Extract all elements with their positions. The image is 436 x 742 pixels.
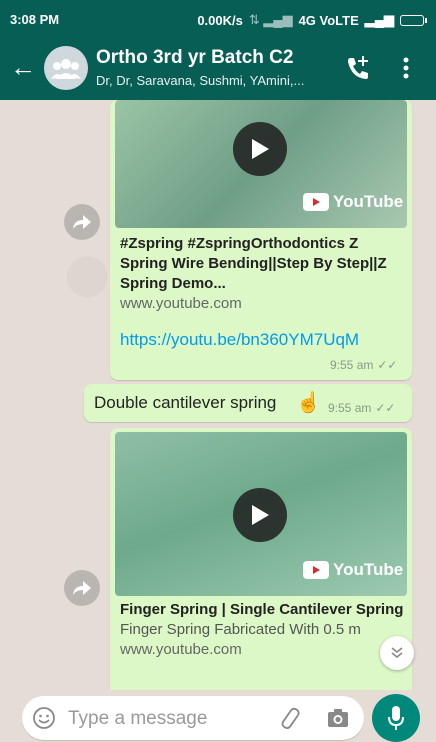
chat-area[interactable]: YouTube #Zspring #ZspringOrthodontics Z … [0, 100, 436, 690]
message-bubble-3[interactable]: YouTube Finger Spring | Single Cantileve… [110, 428, 412, 690]
play-icon [252, 505, 269, 525]
play-button[interactable] [233, 122, 287, 176]
network-speed: 0.00K/s [197, 12, 243, 28]
play-icon [252, 139, 269, 159]
status-time: 3:08 PM [10, 12, 60, 27]
paperclip-icon[interactable] [278, 706, 302, 730]
chat-header: ← Ortho 3rd yr Batch C2 Dr, Dr, Saravana… [0, 38, 436, 100]
message-placeholder[interactable]: Type a message [68, 708, 207, 730]
video-thumbnail[interactable]: YouTube [115, 432, 407, 596]
link-preview-info[interactable]: Finger Spring | Single Cantilever Spring… [120, 600, 404, 660]
double-check-icon: ✓✓ [377, 358, 398, 372]
forward-icon [73, 581, 91, 595]
time-label: 9:55 am [328, 401, 372, 415]
chevron-double-down-icon [391, 647, 403, 659]
chat-title[interactable]: Ortho 3rd yr Batch C2 [96, 47, 293, 69]
input-bar: Type a message [0, 690, 436, 742]
status-right: 0.00K/s ⇅ ▂▄▆ 4G VoLTE ▂▄▆ [197, 12, 427, 28]
play-button[interactable] [233, 488, 287, 542]
camera-icon[interactable] [326, 707, 350, 729]
group-avatar[interactable] [44, 46, 88, 90]
double-check-icon: ✓✓ [375, 401, 396, 415]
preview-domain: www.youtube.com [120, 641, 242, 658]
network-label: 4G VoLTE [298, 12, 359, 28]
youtube-logo-icon [303, 193, 329, 211]
preview-title: Finger Spring | Single Cantilever Spring [120, 601, 404, 618]
youtube-label: YouTube [333, 192, 404, 211]
youtube-label: YouTube [333, 560, 404, 579]
message-time: 9:55 am ✓✓ [328, 401, 395, 415]
more-vert-icon[interactable] [396, 54, 416, 82]
chat-participants[interactable]: Dr, Dr, Saravana, Sushmi, YAmini,... [96, 73, 326, 88]
signal-strength-icon: ▂▄▆ [364, 12, 394, 27]
forward-button[interactable] [64, 204, 100, 240]
pointing-emoji: ☝️ [296, 392, 321, 414]
youtube-logo: YouTube [303, 560, 403, 580]
message-text: Double cantilever spring [94, 393, 277, 412]
video-thumbnail[interactable]: YouTube [115, 100, 407, 228]
message-link[interactable]: https://youtu.be/bn360YM7UqM [120, 330, 359, 350]
scroll-down-button[interactable] [380, 636, 414, 670]
message-bubble-2[interactable]: Double cantilever spring ☝️ 9:55 am ✓✓ [84, 384, 412, 422]
forward-button[interactable] [64, 570, 100, 606]
preview-domain: www.youtube.com [120, 295, 242, 312]
link-preview-info[interactable]: #Zspring #ZspringOrthodontics Z Spring W… [120, 234, 404, 314]
youtube-logo-icon [303, 561, 329, 579]
status-bar: 3:08 PM 0.00K/s ⇅ ▂▄▆ 4G VoLTE ▂▄▆ [0, 0, 436, 38]
youtube-logo: YouTube [303, 192, 403, 212]
message-bubble-1[interactable]: YouTube #Zspring #ZspringOrthodontics Z … [110, 100, 412, 380]
forward-icon [73, 215, 91, 229]
preview-description: Finger Spring Fabricated With 0.5 m [120, 621, 361, 638]
preview-title: #Zspring #ZspringOrthodontics Z Spring W… [120, 235, 387, 292]
emoji-icon[interactable] [32, 706, 56, 730]
signal-icon: ⇅ ▂▄▆ [248, 12, 293, 27]
message-input[interactable]: Type a message [22, 696, 364, 740]
mic-icon [388, 706, 404, 730]
group-avatar-icon [51, 59, 81, 79]
back-arrow-icon[interactable]: ← [10, 54, 36, 80]
time-label: 9:55 am [330, 358, 374, 372]
message-time: 9:55 am ✓✓ [330, 358, 397, 372]
add-call-icon[interactable] [344, 54, 372, 82]
battery-icon [400, 14, 427, 26]
mic-button[interactable] [372, 694, 420, 742]
